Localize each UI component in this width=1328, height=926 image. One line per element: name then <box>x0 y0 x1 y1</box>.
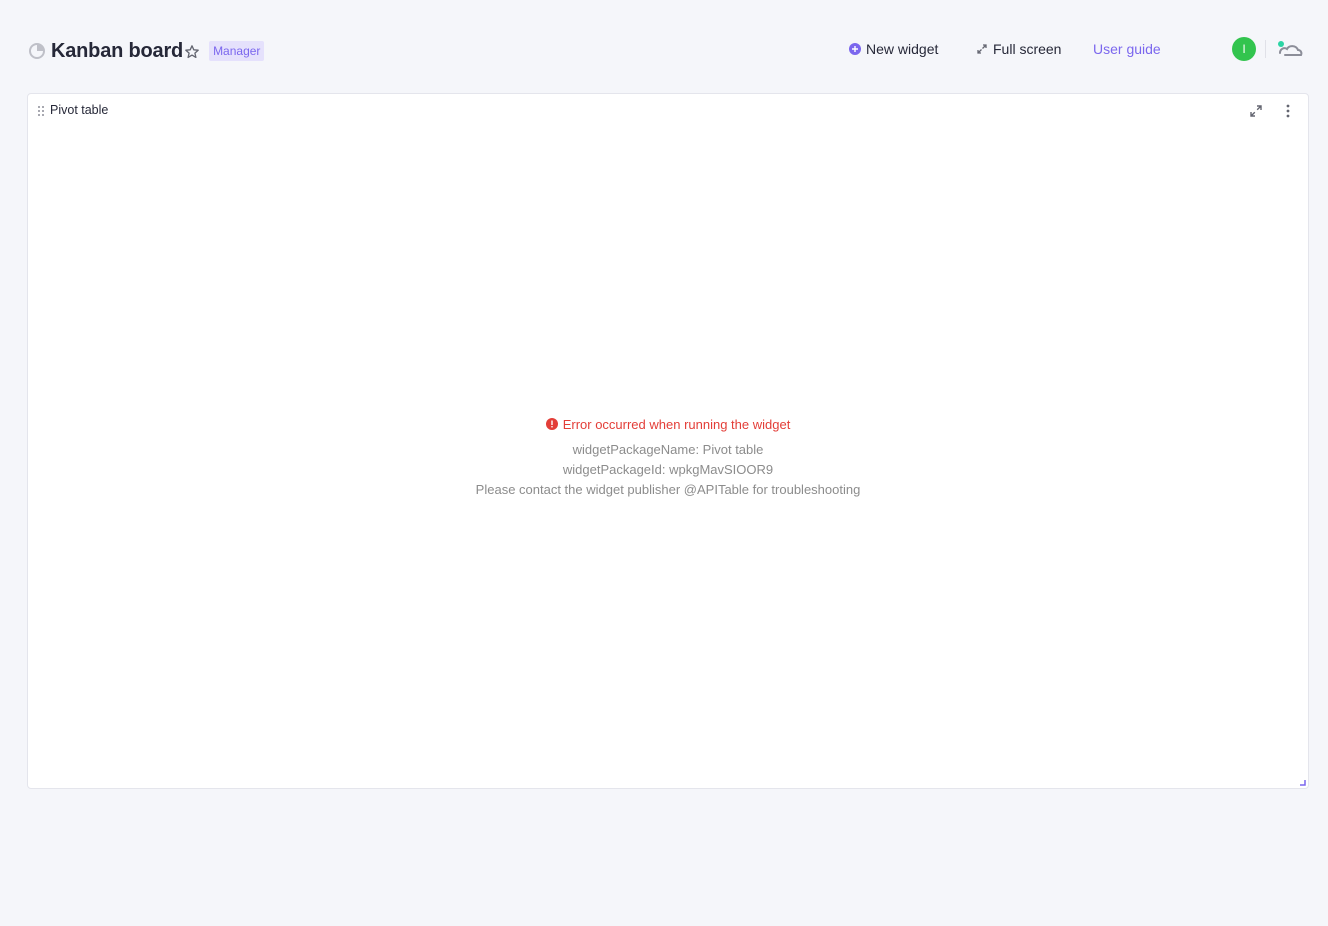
error-package-name: widgetPackageName: Pivot table <box>572 442 764 457</box>
user-guide-link[interactable]: User guide <box>1093 38 1161 60</box>
error-title: Error occurred when running the widget <box>562 416 791 432</box>
widget-header: Pivot table <box>28 94 1308 128</box>
widget-error-message: Error occurred when running the widget w… <box>28 416 1308 500</box>
fullscreen-icon <box>977 44 987 54</box>
role-badge: Manager <box>209 41 265 61</box>
dashboard-title-group: Kanban board Manager <box>28 38 265 64</box>
star-icon[interactable] <box>184 44 200 60</box>
new-widget-label: New widget <box>866 41 939 57</box>
resize-handle[interactable] <box>1300 780 1306 786</box>
dashboard-icon <box>29 43 45 59</box>
full-screen-label: Full screen <box>993 41 1062 57</box>
expand-icon[interactable] <box>1248 103 1264 119</box>
full-screen-button[interactable]: Full screen <box>976 38 1061 60</box>
pivot-table-widget: Pivot table Error occurred when running … <box>27 93 1309 789</box>
widget-title: Pivot table <box>50 103 109 117</box>
header-divider <box>1265 40 1266 58</box>
page-title[interactable]: Kanban board <box>51 40 183 63</box>
avatar[interactable]: I <box>1232 37 1256 61</box>
drag-handle-icon[interactable] <box>37 105 45 117</box>
dashboard-header: Kanban board Manager New widget Full scr… <box>0 0 1328 94</box>
more-vertical-icon[interactable] <box>1280 103 1296 119</box>
warning-circle-icon <box>545 418 558 430</box>
add-circle-icon <box>849 43 861 55</box>
new-widget-button[interactable]: New widget <box>849 38 938 60</box>
error-contact: Please contact the widget publisher @API… <box>475 482 861 497</box>
error-package-id: widgetPackageId: wpkgMavSIOOR9 <box>562 462 774 477</box>
cloud-icon[interactable] <box>1276 39 1304 59</box>
error-title-row: Error occurred when running the widget <box>28 416 1308 432</box>
